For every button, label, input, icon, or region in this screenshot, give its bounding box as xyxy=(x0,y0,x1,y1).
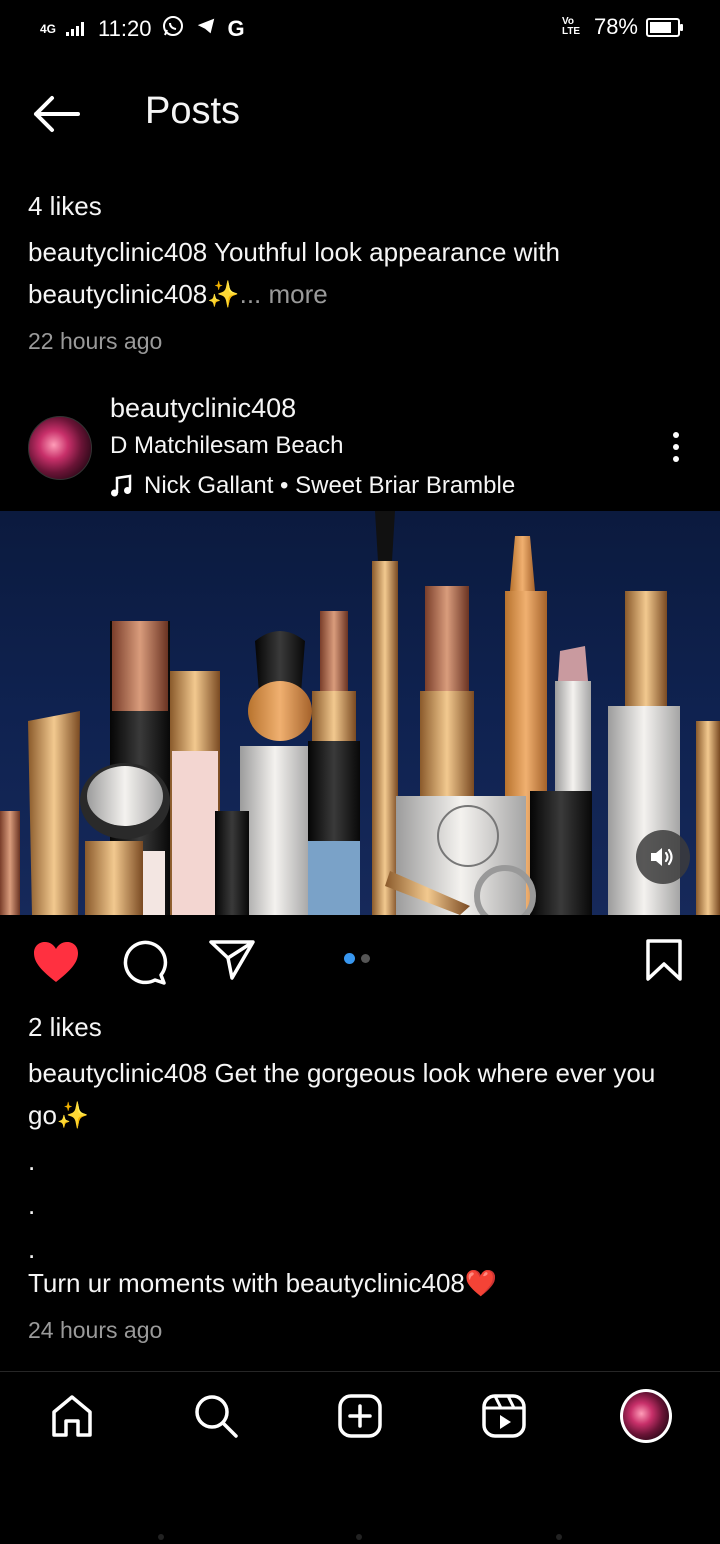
post-time: 24 hours ago xyxy=(28,1317,163,1343)
likes-count[interactable]: 2 likes xyxy=(28,1006,102,1048)
back-button[interactable] xyxy=(30,92,82,136)
like-button[interactable] xyxy=(32,940,80,989)
nav-divider xyxy=(0,1371,720,1372)
kebab-icon xyxy=(664,432,688,462)
post-avatar[interactable] xyxy=(28,416,92,480)
prev-likes-count[interactable]: 4 likes xyxy=(28,185,102,227)
google-icon: G xyxy=(227,16,245,41)
prev-caption: beautyclinic408 Youthful look appearance… xyxy=(28,231,668,315)
nav-home[interactable] xyxy=(46,1390,98,1442)
nav-search[interactable] xyxy=(190,1390,242,1442)
signal-icon xyxy=(66,16,88,42)
post-image[interactable] xyxy=(0,511,720,915)
home-icon xyxy=(52,1395,92,1437)
volte-indicator: Vo LTE xyxy=(561,16,581,37)
heart-filled-icon xyxy=(34,942,78,982)
page-title: Posts xyxy=(145,90,241,132)
nav-reels[interactable] xyxy=(478,1390,530,1442)
prev-caption-user[interactable]: beautyclinic408 xyxy=(28,237,207,267)
comment-icon xyxy=(123,940,168,985)
network-indicator: 4G xyxy=(40,21,57,36)
share-button[interactable] xyxy=(208,938,256,987)
speaker-icon xyxy=(651,848,673,866)
post-location[interactable]: D Matchilesam Beach xyxy=(110,432,343,460)
battery-percent: 78% xyxy=(593,14,638,39)
battery-icon xyxy=(646,17,683,37)
system-nav-bar xyxy=(0,1534,720,1544)
more-options-button[interactable] xyxy=(664,428,688,468)
makeup-products-illustration xyxy=(0,511,720,915)
carousel-dot-active xyxy=(344,953,355,964)
caption-last-line: Turn ur moments with beautyclinic408❤️ xyxy=(28,1268,498,1298)
clock: 11:20 xyxy=(98,16,152,41)
carousel-indicator xyxy=(344,953,370,964)
status-bar: 4G 11:20 G Vo LTE 78% xyxy=(0,0,720,56)
caption-dot: . xyxy=(28,1146,36,1176)
profile-avatar xyxy=(620,1389,672,1443)
post-music[interactable]: Nick Gallant • Sweet Briar Bramble xyxy=(110,472,515,500)
bottom-nav xyxy=(0,1389,720,1444)
save-button[interactable] xyxy=(644,938,684,987)
telegram-icon xyxy=(195,15,217,43)
nav-create[interactable] xyxy=(334,1390,386,1442)
mute-toggle-button[interactable] xyxy=(636,830,690,884)
prev-more-link[interactable]: ... more xyxy=(240,279,328,309)
music-label: Nick Gallant • Sweet Briar Bramble xyxy=(144,472,516,499)
create-icon xyxy=(338,1394,382,1438)
prev-post-time: 22 hours ago xyxy=(28,328,163,354)
arrow-left-icon xyxy=(34,96,80,132)
post-caption: beautyclinic408 Get the gorgeous look wh… xyxy=(28,1052,688,1136)
post-username[interactable]: beautyclinic408 xyxy=(110,393,296,424)
search-icon xyxy=(195,1395,238,1438)
bookmark-icon xyxy=(646,939,682,981)
paper-plane-icon xyxy=(209,940,255,980)
caption-dot: . xyxy=(28,1190,36,1220)
caption-user[interactable]: beautyclinic408 xyxy=(28,1058,207,1088)
carousel-dot xyxy=(361,954,370,963)
comment-button[interactable] xyxy=(120,938,168,991)
reels-icon xyxy=(482,1394,526,1438)
music-note-icon xyxy=(111,474,132,497)
nav-profile[interactable] xyxy=(620,1389,672,1443)
whatsapp-icon xyxy=(161,14,185,44)
